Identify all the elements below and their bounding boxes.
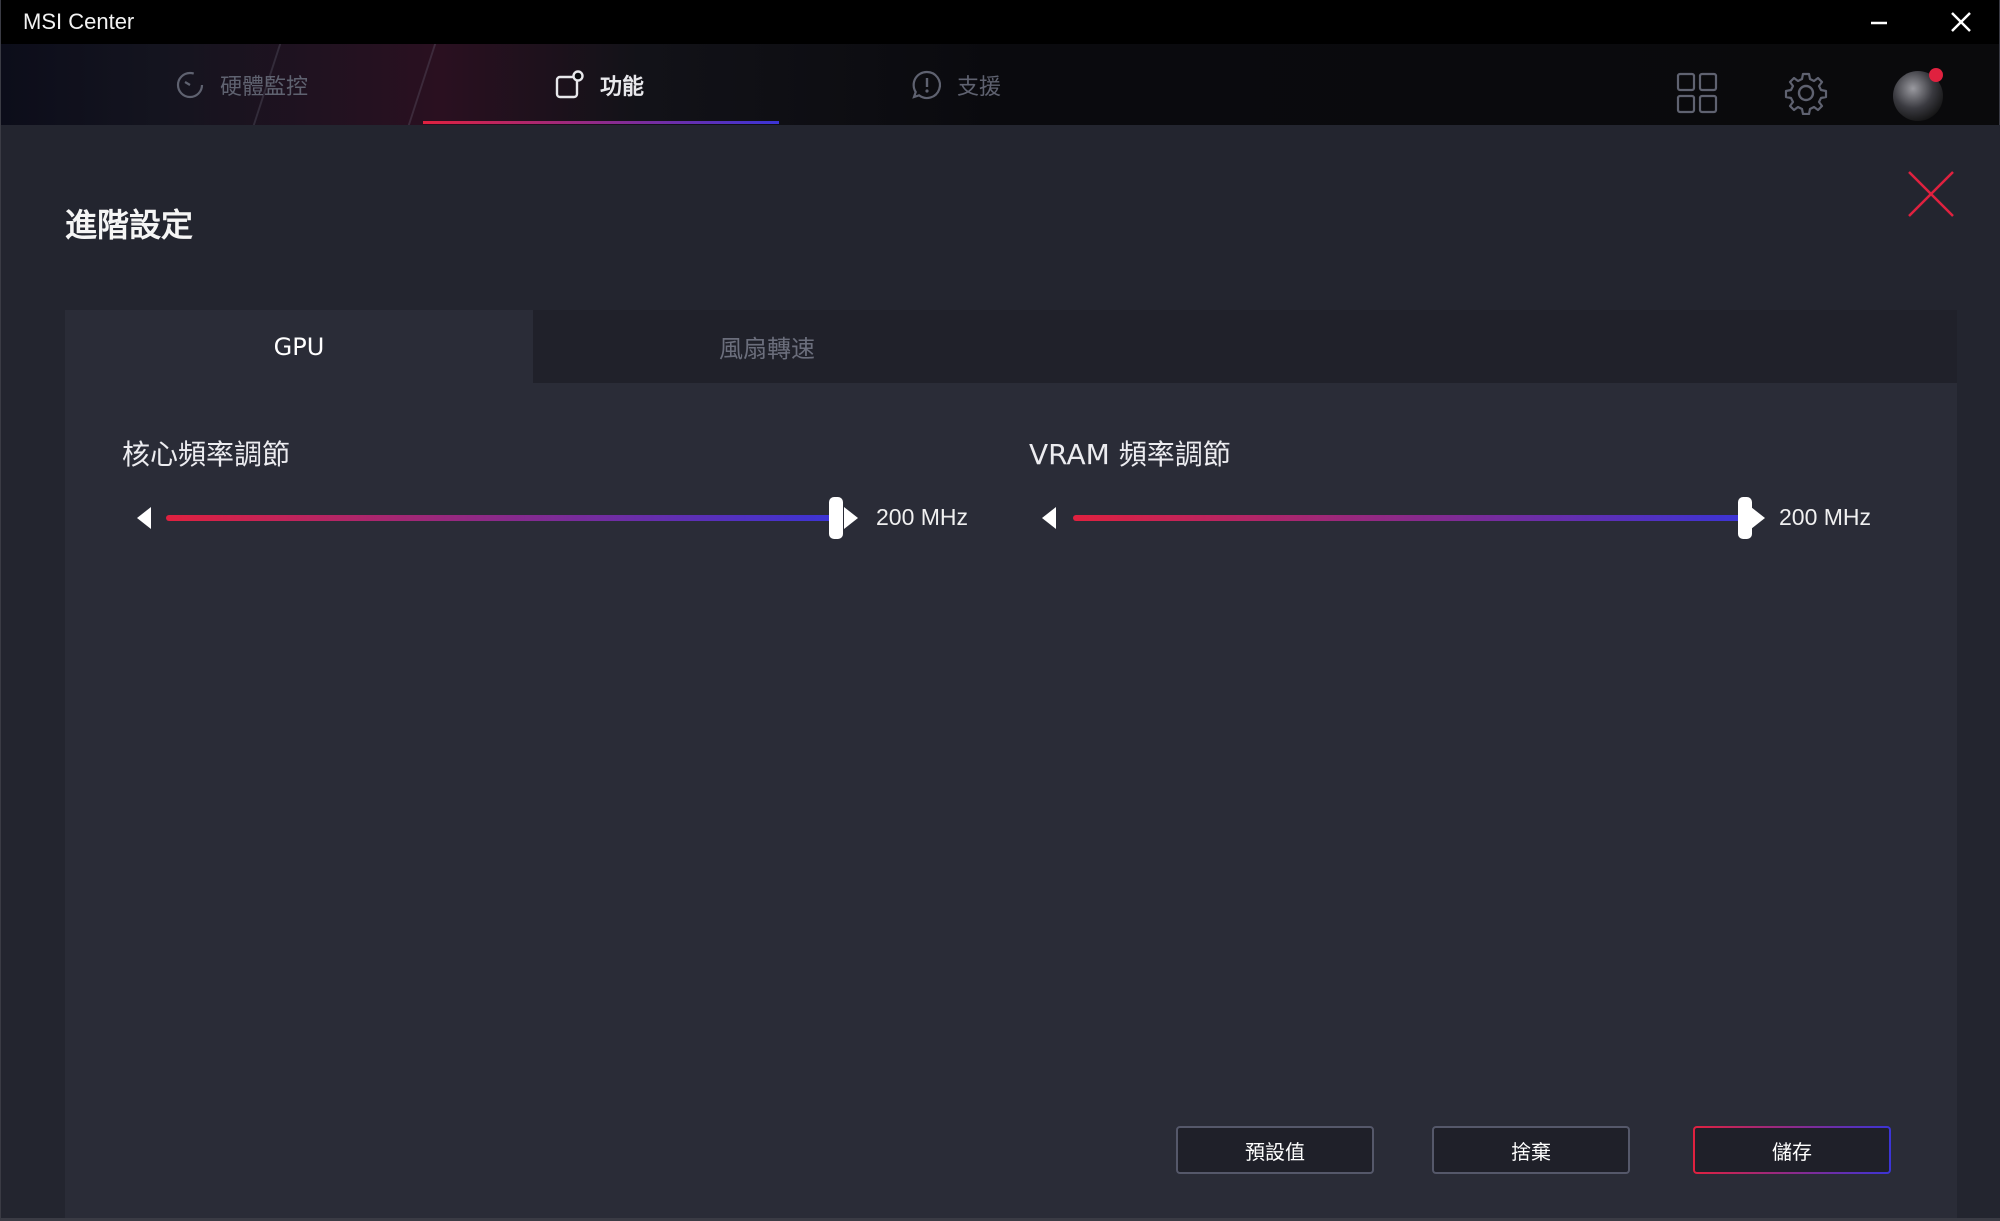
nav-decoration: [407, 44, 437, 125]
nav-tab-label: 支援: [957, 74, 1002, 100]
discard-button[interactable]: 捨棄: [1432, 1126, 1630, 1174]
vram-clock-value: 200 MHz: [1779, 504, 1872, 530]
close-settings-button[interactable]: [1907, 170, 1955, 218]
nav-tab-support[interactable]: 支援: [911, 44, 1001, 125]
vram-clock-slider-thumb[interactable]: [1738, 497, 1752, 539]
grid-apps-icon: [1676, 72, 1718, 114]
save-button[interactable]: 儲存: [1693, 1126, 1891, 1174]
vram-clock-label: VRAM 頻率調節: [1029, 438, 1231, 471]
vram-clock-slider-track[interactable]: [1073, 515, 1745, 521]
grid-apps-button[interactable]: [1674, 70, 1720, 116]
page-title: 進階設定: [65, 206, 194, 244]
nav-tab-features[interactable]: 功能: [554, 44, 644, 125]
minimize-icon: [1871, 21, 1887, 25]
tab-gpu[interactable]: GPU: [65, 310, 533, 383]
window-close-button[interactable]: [1931, 0, 1991, 44]
close-icon: [1951, 12, 1971, 32]
core-clock-label: 核心頻率調節: [122, 438, 291, 471]
core-clock-slider-thumb[interactable]: [829, 497, 843, 539]
active-tab-indicator: [423, 121, 779, 124]
settings-panel: [65, 383, 1957, 1221]
nav-tab-hardware-monitor[interactable]: 硬體監控: [174, 44, 308, 125]
core-clock-decrease-icon[interactable]: [137, 507, 151, 529]
support-chat-icon: [911, 69, 943, 101]
settings-tabs: GPU 風扇轉速: [65, 310, 1957, 383]
vram-clock-increase-icon[interactable]: [1751, 507, 1765, 529]
features-icon: [554, 69, 586, 101]
default-button[interactable]: 預設值: [1176, 1126, 1374, 1174]
core-clock-increase-icon[interactable]: [844, 507, 858, 529]
tab-fan-speed[interactable]: 風扇轉速: [533, 310, 1001, 383]
nav-tab-label: 功能: [600, 74, 645, 100]
title-bar: MSI Center: [1, 0, 1999, 44]
nav-tab-label: 硬體監控: [220, 74, 309, 100]
minimize-button[interactable]: [1849, 0, 1909, 44]
core-clock-value: 200 MHz: [876, 504, 969, 530]
app-window: MSI Center 硬體監控 功能 支援 進階設定 GPU 風扇轉速 核心頻率…: [0, 0, 2000, 1221]
core-clock-slider-track[interactable]: [166, 515, 836, 521]
monitor-gauge-icon: [174, 69, 206, 101]
gear-icon: [1784, 72, 1828, 115]
vram-clock-decrease-icon[interactable]: [1042, 507, 1056, 529]
notification-dot: [1929, 68, 1943, 82]
window-title: MSI Center: [23, 9, 135, 34]
settings-button[interactable]: [1783, 70, 1829, 116]
close-x-icon: [1908, 171, 1954, 217]
